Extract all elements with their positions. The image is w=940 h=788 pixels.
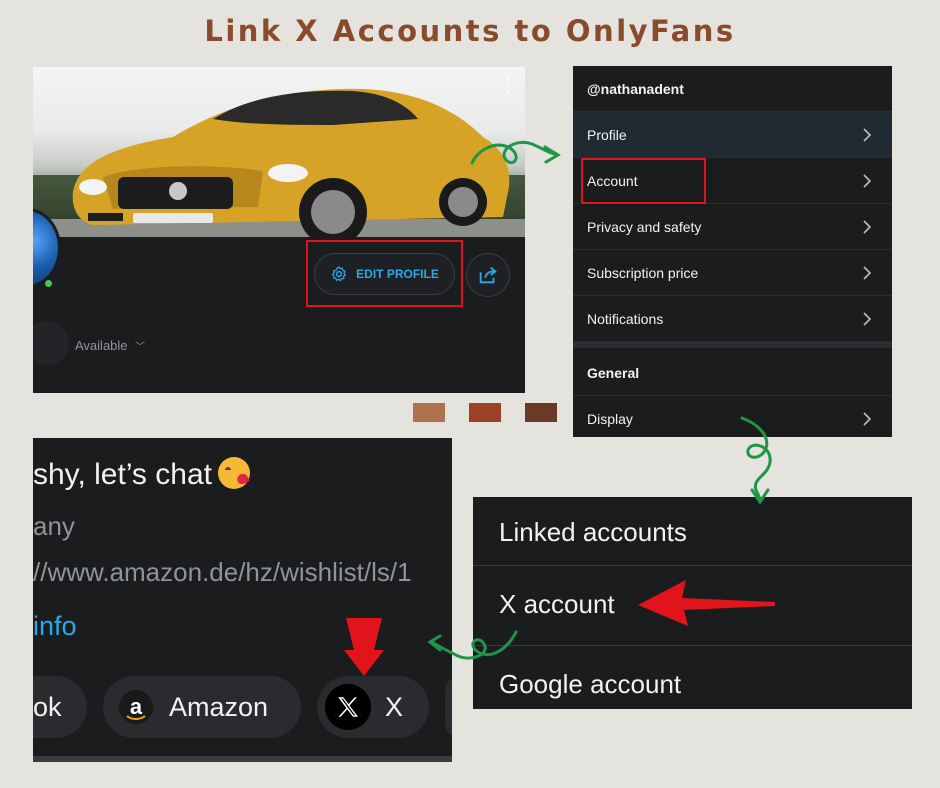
profile-bio-panel: shy, let’s chat any //www.amazon.de/hz/w… xyxy=(33,438,452,762)
online-status-dot xyxy=(43,278,54,289)
linked-accounts-panel: Linked accounts X account Google account xyxy=(473,497,912,709)
linked-accounts-heading: Linked accounts xyxy=(499,516,687,547)
menu-item-label: Subscription price xyxy=(587,264,699,281)
social-pill-partial[interactable] xyxy=(445,676,452,738)
profile-banner-image: ⋮ xyxy=(33,67,525,237)
menu-item-label: Privacy and safety xyxy=(587,218,702,235)
bio-location: any xyxy=(33,511,75,541)
menu-item-notifications[interactable]: Notifications xyxy=(573,296,892,342)
x-label: X xyxy=(385,691,404,722)
chevron-right-icon xyxy=(863,412,872,426)
amazon-link-button[interactable]: a Amazon xyxy=(103,676,301,738)
x-link-button[interactable]: X xyxy=(317,676,429,738)
social-pill-partial[interactable]: ok xyxy=(33,676,87,738)
edit-profile-button[interactable]: EDIT PROFILE xyxy=(314,253,455,295)
menu-item-profile[interactable]: Profile xyxy=(573,112,892,158)
menu-section-general: General xyxy=(573,350,892,396)
gear-icon xyxy=(331,266,347,282)
amazon-label: Amazon xyxy=(169,691,269,722)
share-icon xyxy=(479,266,497,284)
status-label: Available xyxy=(75,338,128,353)
color-swatch xyxy=(413,403,445,422)
status-selector[interactable]: Available ﹀ xyxy=(75,338,145,353)
amazon-icon: a xyxy=(119,690,153,724)
google-account-item[interactable]: Google account xyxy=(473,649,912,719)
menu-item-display[interactable]: Display xyxy=(573,396,892,442)
chevron-right-icon xyxy=(863,173,872,188)
color-swatch xyxy=(525,403,557,422)
mini-avatar xyxy=(33,321,69,365)
color-swatch xyxy=(469,403,501,422)
menu-item-privacy[interactable]: Privacy and safety xyxy=(573,204,892,250)
section-heading: General xyxy=(587,364,640,381)
more-options-icon[interactable]: ⋮ xyxy=(499,76,517,94)
menu-item-label: Notifications xyxy=(587,311,664,327)
bio-text-line: shy, let’s chat xyxy=(33,457,250,492)
profile-card: ⋮ EDIT PROFILE Available ﹀ xyxy=(33,67,525,393)
chevron-right-icon xyxy=(863,265,872,280)
kissing-face-emoji-icon xyxy=(217,457,250,489)
menu-item-subscription-price[interactable]: Subscription price xyxy=(573,250,892,296)
chevron-right-icon xyxy=(863,219,872,234)
chevron-down-icon: ﹀ xyxy=(135,342,146,353)
settings-menu: @nathanadent Profile Account Privacy and… xyxy=(573,66,892,437)
share-button[interactable] xyxy=(466,253,510,297)
username: @nathanadent xyxy=(587,80,684,97)
menu-divider xyxy=(573,341,892,348)
chevron-right-icon xyxy=(863,312,872,326)
x-account-item[interactable]: X account xyxy=(473,569,912,639)
edit-profile-label: EDIT PROFILE xyxy=(356,267,439,281)
menu-item-label: Profile xyxy=(587,126,627,143)
chevron-right-icon xyxy=(863,127,872,142)
more-info-link[interactable]: info xyxy=(33,611,77,642)
bio-link[interactable]: //www.amazon.de/hz/wishlist/ls/1 xyxy=(33,557,412,588)
car-illustration xyxy=(72,88,510,237)
x-logo-icon xyxy=(325,684,371,730)
account-highlight xyxy=(581,158,706,204)
page-title: Link X Accounts to OnlyFans xyxy=(204,14,736,48)
menu-username-row: @nathanadent xyxy=(573,66,892,112)
menu-item-label: Display xyxy=(587,411,633,427)
scrollbar xyxy=(33,756,452,762)
